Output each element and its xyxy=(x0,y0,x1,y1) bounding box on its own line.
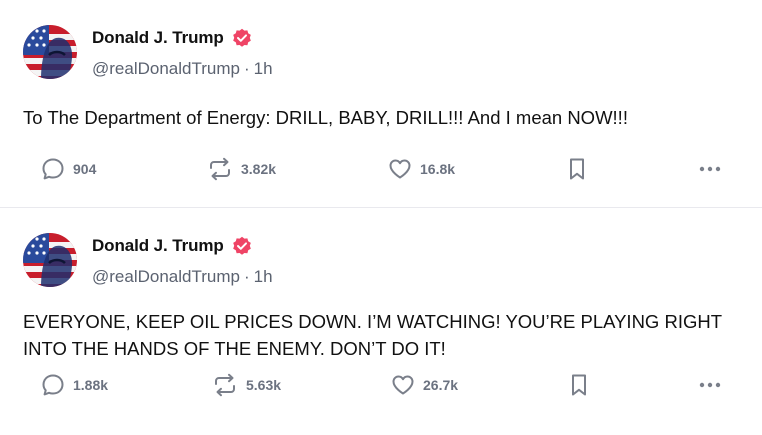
author-meta: @realDonaldTrump · 1h xyxy=(92,59,273,79)
repost-count: 3.82k xyxy=(241,161,277,177)
like-count: 16.8k xyxy=(420,161,456,177)
avatar[interactable] xyxy=(23,25,77,79)
repost-button[interactable]: 5.63k xyxy=(211,368,281,402)
reply-icon xyxy=(42,374,64,396)
bookmark-button[interactable] xyxy=(565,152,589,186)
reply-icon xyxy=(42,158,64,180)
repost-icon xyxy=(215,373,235,397)
post-time[interactable]: 1h xyxy=(254,59,273,78)
like-icon xyxy=(389,159,411,179)
reply-button[interactable]: 1.88k xyxy=(40,368,108,402)
more-icon xyxy=(699,166,721,172)
bookmark-icon xyxy=(572,374,586,396)
post-text: To The Department of Energy: DRILL, BABY… xyxy=(23,107,628,128)
more-options-button[interactable] xyxy=(698,152,722,186)
reply-count: 904 xyxy=(73,161,97,177)
repost-count: 5.63k xyxy=(246,377,282,393)
more-options-button[interactable] xyxy=(698,368,722,402)
author-name[interactable]: Donald J. Trump xyxy=(92,28,224,48)
repost-icon xyxy=(210,157,230,181)
like-icon xyxy=(392,375,414,395)
verified-badge-icon xyxy=(232,236,251,255)
author-name[interactable]: Donald J. Trump xyxy=(92,236,224,256)
meta-separator: · xyxy=(243,267,250,286)
author-handle[interactable]: @realDonaldTrump xyxy=(92,267,240,286)
author-handle[interactable]: @realDonaldTrump xyxy=(92,59,240,78)
bookmark-icon xyxy=(570,158,584,180)
repost-button[interactable]: 3.82k xyxy=(206,152,276,186)
like-button[interactable]: 26.7k xyxy=(390,368,458,402)
like-button[interactable]: 16.8k xyxy=(387,152,455,186)
post[interactable]: Donald J. Trump @realDonaldTrump · 1h EVER… xyxy=(0,208,762,435)
post-time[interactable]: 1h xyxy=(254,267,273,286)
post[interactable]: Donald J. Trump @realDonaldTrump · 1h To T… xyxy=(0,0,762,208)
verified-badge-icon xyxy=(232,28,251,47)
feed: Donald J. Trump @realDonaldTrump · 1h To T… xyxy=(0,0,762,435)
meta-separator: · xyxy=(243,59,250,78)
reply-count: 1.88k xyxy=(73,377,109,393)
post-actions: 904 3.82k 16.8k xyxy=(0,152,762,186)
avatar[interactable] xyxy=(23,233,77,287)
bookmark-button[interactable] xyxy=(567,368,591,402)
reply-button[interactable]: 904 xyxy=(40,152,96,186)
post-actions: 1.88k 5.63k 26.7k xyxy=(0,368,762,402)
author-meta: @realDonaldTrump · 1h xyxy=(92,267,273,287)
more-icon xyxy=(699,382,721,388)
post-text: EVERYONE, KEEP OIL PRICES DOWN. I’M WATC… xyxy=(23,311,722,359)
like-count: 26.7k xyxy=(423,377,459,393)
